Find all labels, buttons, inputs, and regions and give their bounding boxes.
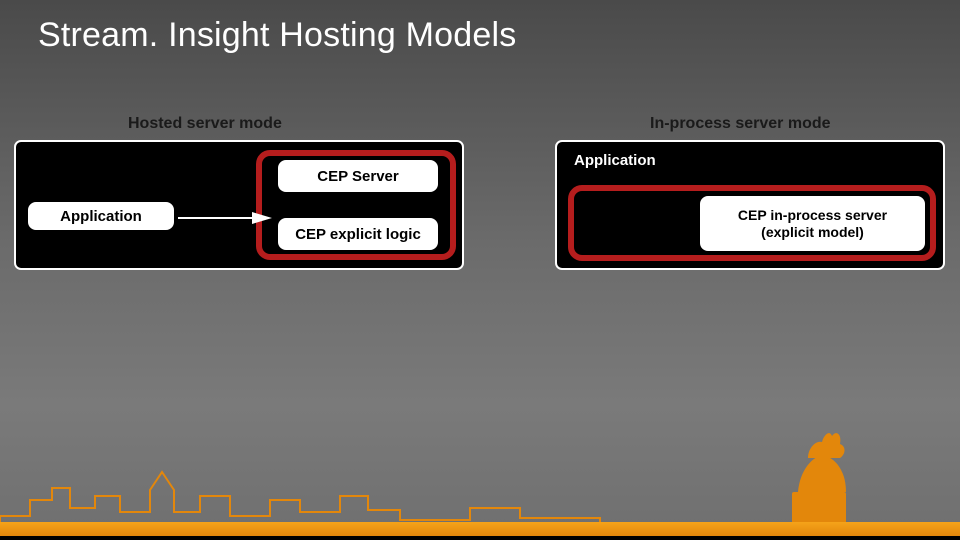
footer-accent-bar [0, 522, 960, 536]
application-label-right: Application [574, 152, 656, 169]
cep-explicit-logic-box: CEP explicit logic [278, 218, 438, 250]
arrow-right-icon [178, 212, 272, 224]
skyline-decoration [0, 400, 960, 540]
cep-inprocess-box: CEP in-process server (explicit model) [700, 196, 925, 251]
slide-title: Stream. Insight Hosting Models [38, 16, 516, 55]
hosted-mode-heading: Hosted server mode [128, 115, 282, 133]
application-box-left: Application [26, 200, 176, 232]
footer-black-strip [0, 536, 960, 540]
cep-server-box: CEP Server [278, 160, 438, 192]
inprocess-mode-heading: In-process server mode [650, 115, 831, 133]
